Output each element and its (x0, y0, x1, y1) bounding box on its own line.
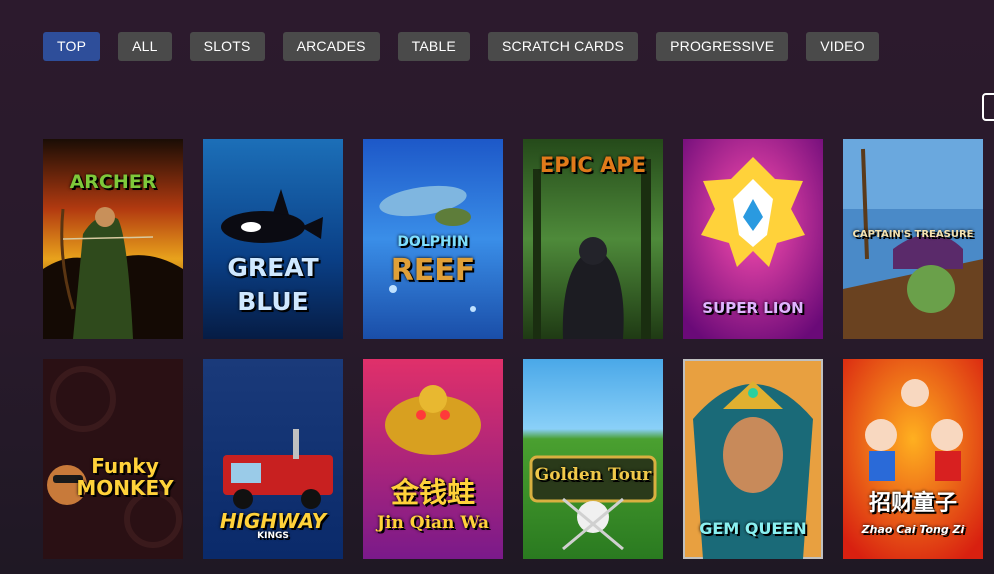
tab-arcades[interactable]: ARCADES (282, 32, 380, 61)
game-title: ARCHER (69, 171, 157, 193)
game-title: EPIC APE (539, 153, 647, 177)
game-tile-gem-queen[interactable]: GEM QUEEN (683, 359, 823, 559)
tab-scratch-cards[interactable]: SCRATCH CARDS (487, 32, 639, 61)
game-title: Zhao Cai Tong Zi (861, 523, 965, 536)
game-tile-golden-tour[interactable]: Golden Tour (523, 359, 663, 559)
game-title: Golden Tour (534, 465, 652, 485)
golden-tour-artwork (523, 359, 663, 559)
game-tile-archer[interactable]: ARCHER (43, 139, 183, 339)
game-title-line2: MONKEY (76, 476, 174, 500)
game-tile-highway-kings[interactable]: HIGHWAY KINGS (203, 359, 343, 559)
category-tabs: TOP ALL SLOTS ARCADES TABLE SCRATCH CARD… (43, 32, 879, 61)
edge-widget[interactable] (982, 93, 994, 121)
game-tile-super-lion[interactable]: SUPER LION (683, 139, 823, 339)
game-title-line1: DOLPHIN (397, 234, 469, 250)
game-subtitle: KINGS (257, 531, 289, 541)
game-title: CAPTAIN'S TREASURE (852, 229, 974, 240)
game-title: SUPER LION (702, 299, 804, 317)
archer-artwork (43, 139, 183, 339)
game-tile-dolphin-reef[interactable]: DOLPHIN REEF (363, 139, 503, 339)
game-title: Funky MONKEY (43, 455, 183, 499)
tab-all[interactable]: ALL (118, 32, 172, 61)
game-title: GREAT BLUE (203, 251, 343, 319)
game-title-line2: REEF (390, 253, 476, 288)
game-title-line2: BLUE (237, 287, 309, 316)
game-title: HIGHWAY (219, 509, 327, 533)
tab-progressive[interactable]: PROGRESSIVE (656, 32, 789, 61)
game-title: DOLPHIN REEF (363, 231, 503, 289)
game-title-line1: GREAT (227, 253, 319, 282)
tab-table[interactable]: TABLE (397, 32, 470, 61)
game-tile-jin-qian-wa[interactable]: 金钱蛙 Jin Qian Wa (363, 359, 503, 559)
game-tile-zhao-cai-tong-zi[interactable]: 招财童子 Zhao Cai Tong Zi (843, 359, 983, 559)
tab-slots[interactable]: SLOTS (189, 32, 265, 61)
game-tile-funky-monkey[interactable]: Funky MONKEY (43, 359, 183, 559)
game-title-chinese: 金钱蛙 (390, 476, 475, 509)
tab-video[interactable]: VIDEO (806, 32, 879, 61)
game-title: Jin Qian Wa (377, 513, 489, 533)
game-title-line1: Funky (91, 454, 159, 478)
game-tile-epic-ape[interactable]: EPIC APE (523, 139, 663, 339)
tab-top[interactable]: TOP (43, 32, 101, 61)
game-tile-great-blue[interactable]: GREAT BLUE (203, 139, 343, 339)
game-title-chinese: 招财童子 (868, 491, 957, 516)
game-tile-captains-treasure[interactable]: CAPTAIN'S TREASURE (843, 139, 983, 339)
game-title: GEM QUEEN (699, 519, 807, 538)
